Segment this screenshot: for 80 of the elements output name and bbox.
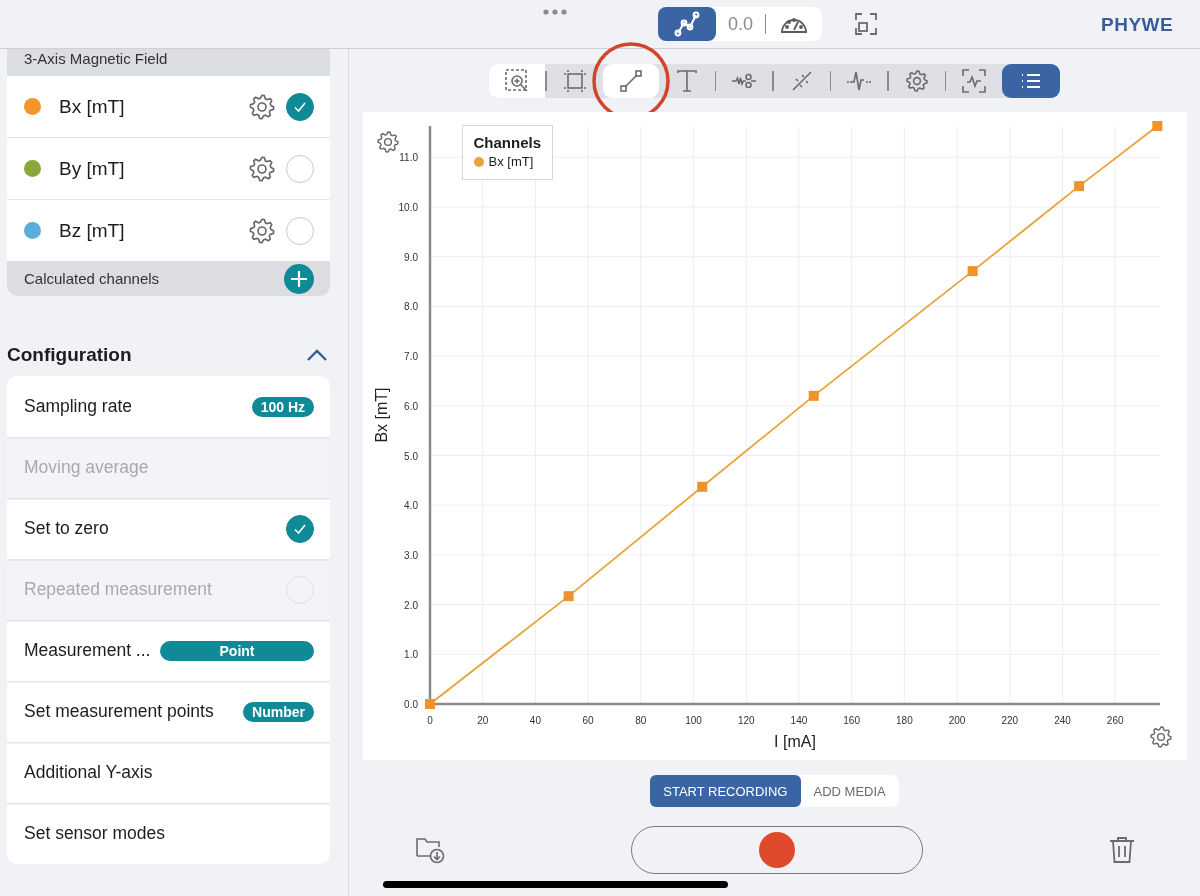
brand-logo: PHYWE	[1101, 14, 1174, 36]
zoom-tool-button[interactable]	[489, 64, 545, 98]
y-tick-label: 0.0	[403, 699, 418, 710]
configuration-heading: Configuration	[7, 344, 132, 366]
data-point	[696, 481, 707, 492]
channel-name[interactable]: By [mT]	[59, 157, 248, 180]
zoom-icon	[504, 68, 530, 94]
setting-label[interactable]: Set measurement points	[24, 701, 214, 722]
x-tick-label: 20	[476, 715, 488, 726]
x-tick-label: 60	[582, 715, 594, 726]
y-axis-label: Bx [mT]	[372, 387, 390, 443]
trash-icon[interactable]	[1108, 836, 1135, 864]
x-tick-label: 140	[790, 715, 807, 726]
y-tick-label: 9.0	[403, 251, 418, 263]
line-tool-button[interactable]	[602, 64, 659, 98]
data-point	[424, 699, 435, 709]
x-tick-label: 200	[948, 715, 965, 726]
settings-icon	[903, 68, 930, 94]
y-tick-label: 6.0	[403, 400, 418, 412]
y-tick-label: 1.0	[403, 649, 418, 661]
y-tick-label: 4.0	[403, 500, 418, 512]
line-icon	[617, 68, 644, 94]
data-point	[967, 266, 978, 277]
x-tick-label: 260	[1106, 715, 1124, 726]
setting-label[interactable]: Sampling rate	[24, 396, 132, 417]
chevron-icon[interactable]	[306, 348, 328, 362]
y-tick-label: 3.0	[403, 549, 418, 561]
fullscreen-icon[interactable]	[855, 13, 877, 35]
setting-label[interactable]: Set to zero	[24, 518, 109, 539]
graph-icon	[673, 10, 701, 38]
y-tick-label: 10.0	[398, 202, 418, 213]
setting-value[interactable]: Number	[243, 701, 314, 722]
setting-label[interactable]: Additional Y-axis	[24, 762, 153, 783]
data-point	[808, 390, 819, 401]
scan-icon	[961, 68, 987, 94]
setting-value[interactable]: Point	[160, 640, 314, 661]
settings-icon[interactable]	[1148, 725, 1173, 749]
folder-download-icon[interactable]	[414, 836, 445, 864]
legend-dot	[473, 156, 484, 167]
x-tick-label: 80	[634, 715, 646, 726]
y-tick-label: 11.0	[398, 152, 418, 164]
sensor-title: 3-Axis Magnetic Field	[7, 49, 330, 76]
settings-icon[interactable]	[248, 154, 276, 183]
channel-name[interactable]: Bz [mT]	[59, 219, 248, 242]
data-point	[1151, 121, 1162, 131]
x-tick-label: 100	[684, 715, 702, 726]
y-tick-label: 8.0	[403, 301, 418, 313]
data-point	[1073, 181, 1084, 192]
settings-icon[interactable]	[248, 216, 276, 245]
setting-label[interactable]: Set sensor modes	[24, 823, 166, 844]
setting-label[interactable]: Measurement ...	[24, 640, 151, 661]
record-tab[interactable]: START RECORDING	[650, 775, 801, 807]
x-tick-label: 40	[529, 715, 541, 726]
x-tick-label: 120	[737, 715, 755, 726]
legend-label: Bx [mT]	[488, 154, 534, 169]
y-tick-label: 2.0	[403, 599, 418, 611]
list-tool-button[interactable]	[1002, 64, 1060, 98]
settings-icon[interactable]	[248, 92, 276, 121]
data-point	[563, 591, 574, 602]
x-axis-label: I [mA]	[773, 733, 816, 750]
setting-value[interactable]: 100 Hz	[251, 396, 314, 417]
setting-checkbox[interactable]	[286, 514, 314, 543]
x-tick-label: 0	[426, 715, 433, 726]
x-tick-label: 220	[1000, 715, 1018, 726]
record-tab[interactable]: ADD MEDIA	[800, 775, 899, 807]
add-icon[interactable]	[284, 263, 314, 294]
x-tick-label: 240	[1053, 715, 1071, 726]
channel-checkbox[interactable]	[286, 92, 314, 121]
graph-mode-button[interactable]	[658, 7, 716, 41]
legend-title: Channels	[473, 134, 541, 151]
x-tick-label: 180	[895, 715, 913, 726]
x-tick-label: 160	[842, 715, 860, 726]
calculated-channels-label: Calculated channels	[24, 270, 160, 287]
more-icon[interactable]	[543, 9, 567, 15]
channel-name[interactable]: Bx [mT]	[59, 95, 248, 118]
record-icon	[758, 832, 795, 868]
fit-icon	[561, 68, 588, 94]
y-tick-label: 5.0	[403, 450, 418, 462]
y-tick-label: 7.0	[403, 351, 418, 363]
settings-icon[interactable]	[375, 130, 400, 154]
